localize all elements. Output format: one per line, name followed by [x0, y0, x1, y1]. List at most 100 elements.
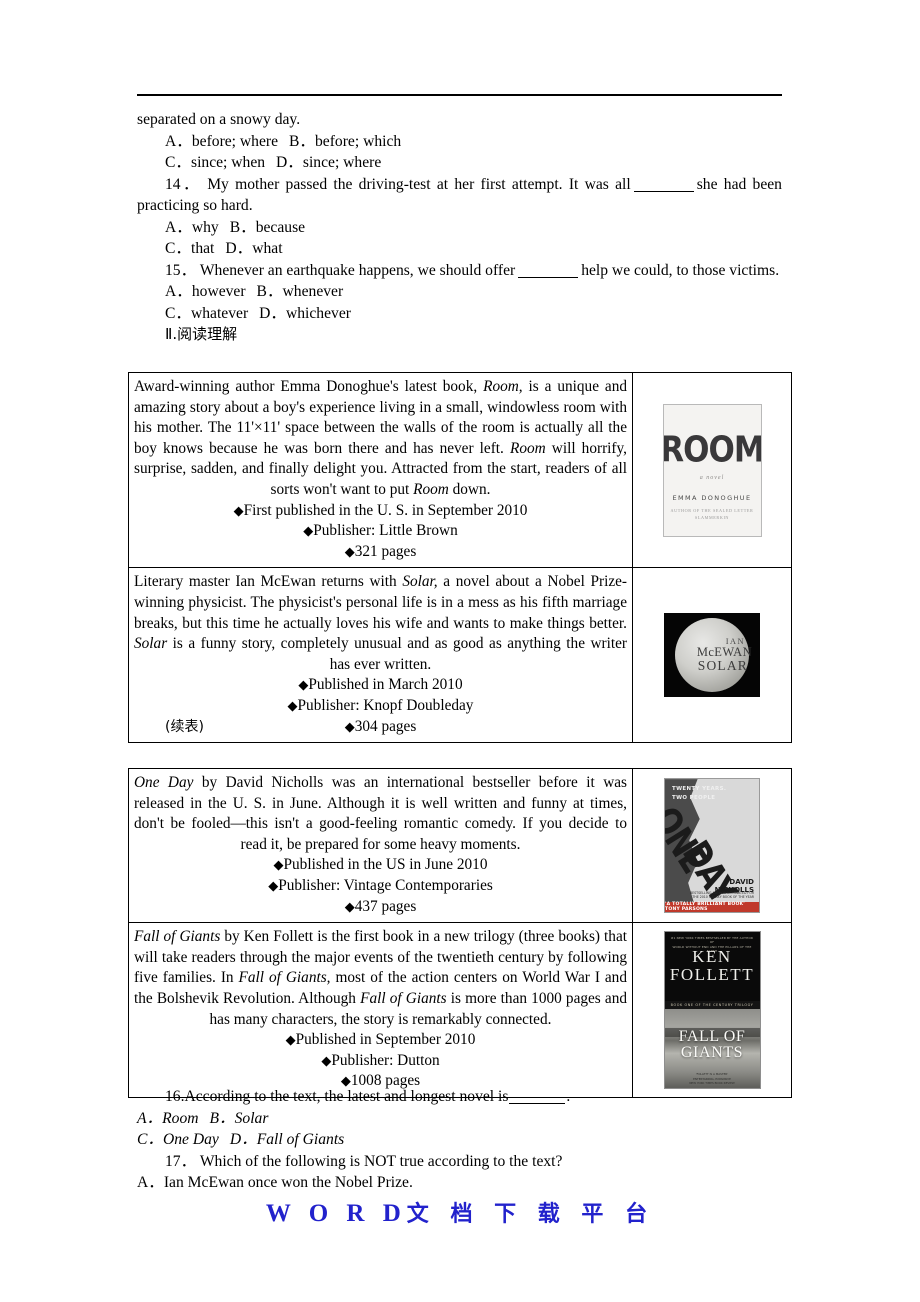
q15-option-b[interactable]: B．whenever [257, 283, 344, 300]
q15-options-cd: C．whatever D．whichever [137, 303, 782, 325]
q13-option-a[interactable]: A．before; where [165, 133, 278, 150]
fog-cover-foot: 'FOLLETT IS A MASTER' ENTERTAINING, EXPAN… [689, 1072, 735, 1085]
q16-answer-blank[interactable] [509, 1103, 566, 1104]
fog-cover-strip: BOOK ONE OF THE CENTURY TRILOGY [664, 1000, 760, 1009]
grammar-section: separated on a snowy day. A．before; wher… [137, 109, 782, 346]
book-cover-solar: IAN McEWAN SOLAR [664, 613, 760, 698]
book-room-fact-published: ◆First published in the U. S. in Septemb… [233, 501, 528, 519]
q14-options-ab: A．why B．because [137, 217, 782, 239]
book-fallofgiants-fact-publisher: ◆Publisher: Dutton [321, 1051, 440, 1069]
oneday-cover-band: 'A TOTALLY BRILLIANT BOOK' TONY PARSONS [665, 902, 759, 913]
q13-option-b[interactable]: B．before; which [289, 133, 401, 150]
book-room-fact-publisher: ◆Publisher: Little Brown [303, 522, 458, 540]
q14-stem-before: My mother passed the driving-test at her… [207, 175, 631, 193]
book-table-2: One Day by David Nicholls was an interna… [128, 768, 792, 1098]
diamond-bullet-icon: ◆ [344, 718, 355, 734]
table-row: Fall of Giants by Ken Follett is the fir… [129, 922, 791, 1097]
q16-stem: 16.According to the text, the latest and… [137, 1086, 782, 1108]
room-cover-title: ROOM [662, 429, 762, 471]
diamond-bullet-icon: ◆ [273, 857, 284, 873]
diamond-bullet-icon: ◆ [298, 677, 309, 693]
book-cover-oneday: TWENTY YEARS. TWO PEOPLE ONE DAY BESTSELL… [664, 778, 760, 914]
book-solar-paragraph: Literary master Ian McEwan returns with … [134, 573, 627, 673]
q14-number: 14． [165, 175, 201, 193]
reading-questions-section: 16.According to the text, the latest and… [137, 1086, 782, 1194]
fog-cover-author: KEN FOLLETT [669, 947, 755, 984]
room-cover-subtitle: a novel [699, 475, 725, 482]
q15-option-c[interactable]: C．whatever [165, 305, 248, 322]
watermark-latin: W O R D [265, 1200, 407, 1227]
book-solar-fact-pages: ◆304 pages [344, 717, 417, 735]
q16-option-b[interactable]: B．Solar [210, 1110, 269, 1127]
q14-option-b[interactable]: B．because [230, 219, 305, 236]
header-rule [137, 94, 782, 96]
book-solar-description-cell: Literary master Ian McEwan returns with … [129, 568, 633, 743]
diamond-bullet-icon: ◆ [321, 1052, 332, 1068]
solar-cover-disc: IAN McEWAN SOLAR [675, 618, 752, 693]
book-solar-facts: ◆Published in March 2010 ◆Publisher: Kno… [134, 675, 627, 737]
book-cover-room: ROOM a novel EMMA DONOGHUE AUTHOR OF THE… [662, 403, 762, 537]
fog-cover-title: FALL OF GIANTS [678, 1027, 746, 1062]
solar-cover-title: SOLAR [697, 657, 748, 673]
book-oneday-facts: ◆Published in the US in June 2010 ◆Publi… [134, 855, 627, 917]
q17-option-a[interactable]: A．Ian McEwan once won the Nobel Prize. [137, 1172, 782, 1194]
q14-stem: 14． My mother passed the driving-test at… [137, 174, 782, 217]
book-oneday-paragraph: One Day by David Nicholls was an interna… [134, 774, 627, 853]
table-row: One Day by David Nicholls was an interna… [129, 769, 791, 923]
diamond-bullet-icon: ◆ [285, 1032, 296, 1048]
table-row: Literary master Ian McEwan returns with … [129, 567, 791, 743]
book-oneday-fact-published: ◆Published in the US in June 2010 [273, 856, 488, 874]
q15-answer-blank[interactable] [518, 276, 579, 278]
q16-option-d[interactable]: D．Fall of Giants [230, 1131, 344, 1148]
q16-option-c[interactable]: C．One Day [137, 1131, 219, 1148]
q17-stem-text: Which of the following is NOT true accor… [199, 1152, 563, 1170]
q13-stem-tail: separated on a snowy day. [137, 111, 301, 128]
q14-options-cd: C．that D．what [137, 238, 782, 260]
q15-stem: 15． Whenever an earthquake happens, we s… [137, 260, 782, 282]
q16-option-a[interactable]: A．Room [137, 1110, 199, 1127]
q14-option-c[interactable]: C．that [165, 240, 214, 257]
book-room-facts: ◆First published in the U. S. in Septemb… [134, 501, 627, 563]
book-fallofgiants-cover-cell: #1 NEW YORK TIMES BESTSELLER BY THE AUTH… [633, 923, 791, 1097]
q15-options-ab: A．however B．whenever [137, 281, 782, 303]
book-room-paragraph: Award-winning author Emma Donoghue's lat… [134, 378, 628, 498]
q15-option-a[interactable]: A．however [165, 283, 246, 300]
book-solar-fact-publisher: ◆Publisher: Knopf Doubleday [287, 696, 474, 714]
room-cover-blurb: AUTHOR OF THE SEALED LETTER SLAMMERKIN [670, 508, 754, 520]
q16-period: . [566, 1088, 571, 1105]
book-fallofgiants-description-cell: Fall of Giants by Ken Follett is the fir… [129, 923, 633, 1097]
q13-option-c[interactable]: C．since; when [165, 154, 265, 171]
book-oneday-description-cell: One Day by David Nicholls was an interna… [129, 769, 633, 923]
document-page: separated on a snowy day. A．before; wher… [0, 0, 920, 1302]
book-solar-cover-cell: IAN McEWAN SOLAR [633, 568, 791, 742]
oneday-cover-kicker: TWENTY YEARS. TWO PEOPLE [672, 786, 727, 801]
q15-stem-before: Whenever an earthquake happens, we shoul… [199, 261, 516, 279]
book-fallofgiants-facts: ◆Published in September 2010 ◆Publisher:… [134, 1030, 627, 1092]
book-fallofgiants-fact-published: ◆Published in September 2010 [285, 1031, 476, 1049]
q14-option-d[interactable]: D．what [225, 240, 282, 257]
q16-options-cd: C．One Day D．Fall of Giants [137, 1129, 782, 1151]
book-room-fact-pages: ◆321 pages [344, 542, 417, 560]
q13-option-d[interactable]: D．since; where [276, 154, 381, 171]
book-oneday-fact-publisher: ◆Publisher: Vintage Contemporaries [268, 876, 493, 894]
solar-cover-author-last: McEWAN [696, 644, 752, 659]
q14-answer-blank[interactable] [633, 190, 694, 192]
q15-option-d[interactable]: D．whichever [259, 305, 351, 322]
q14-option-a[interactable]: A．why [165, 219, 219, 236]
diamond-bullet-icon: ◆ [268, 877, 279, 893]
q16-options-ab: A．Room B．Solar [137, 1108, 782, 1130]
book-table-1: Award-winning author Emma Donoghue's lat… [128, 372, 792, 744]
diamond-bullet-icon: ◆ [344, 543, 355, 559]
room-cover-author: EMMA DONOGHUE [672, 494, 752, 503]
watermark-chinese: 文 档 下 载 平 台 [406, 1202, 655, 1227]
book-oneday-fact-pages: ◆437 pages [344, 897, 417, 915]
q17-number: 17． [165, 1152, 197, 1170]
q13-options-ab: A．before; where B．before; which [137, 131, 782, 153]
q17-stem: 17． Which of the following is NOT true a… [137, 1151, 782, 1173]
book-cover-fallofgiants: #1 NEW YORK TIMES BESTSELLER BY THE AUTH… [663, 931, 761, 1090]
continuation-label: (续表) [165, 719, 204, 735]
q16-stem-text: 16.According to the text, the latest and… [165, 1088, 509, 1105]
watermark-footer: W O R D文 档 下 载 平 台 [0, 1196, 920, 1228]
section-heading-reading: Ⅱ.阅读理解 [165, 325, 238, 343]
q13-options-cd: C．since; when D．since; where [137, 152, 782, 174]
